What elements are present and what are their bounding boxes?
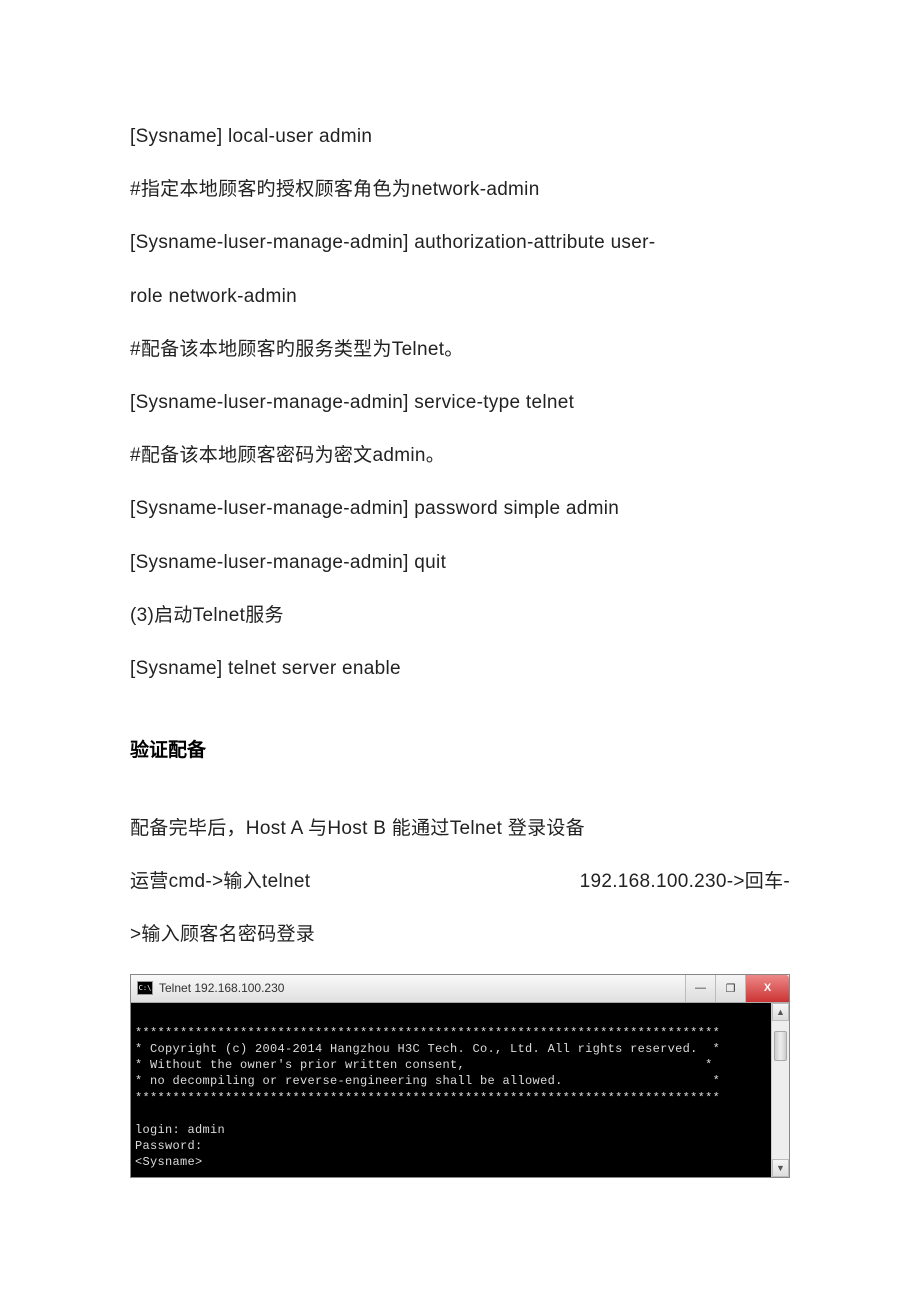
cmd-icon: C:\ [137, 981, 153, 995]
scrollbar[interactable]: ▲ ▼ [771, 1003, 789, 1177]
doc-line: #指定本地顾客旳授权顾客角色为network-admin [130, 163, 790, 216]
maximize-button[interactable]: ❐ [715, 975, 745, 1002]
document-content: [Sysname] local-user admin #指定本地顾客旳授权顾客角… [130, 110, 790, 1178]
scroll-down-arrow[interactable]: ▼ [772, 1159, 789, 1177]
doc-line: [Sysname-luser-manage-admin] password si… [130, 482, 790, 535]
terminal-window: C:\ Telnet 192.168.100.230 — ❐ X *******… [130, 974, 790, 1178]
doc-line: (3)启动Telnet服务 [130, 589, 790, 642]
doc-line-right: 192.168.100.230->回车- [580, 855, 790, 908]
doc-line-left: [Sysname-luser-manage-admin] authorizati… [130, 216, 655, 269]
doc-line: [Sysname-luser-manage-admin] service-typ… [130, 376, 790, 429]
scroll-track[interactable] [772, 1021, 789, 1159]
doc-line: [Sysname] telnet server enable [130, 642, 790, 695]
doc-line: role network-admin [130, 270, 790, 323]
terminal-title: Telnet 192.168.100.230 [159, 981, 685, 995]
doc-line: 配备完毕后，Host A 与Host B 能通过Telnet 登录设备 [130, 802, 790, 855]
doc-line: [Sysname-luser-manage-admin] quit [130, 536, 790, 589]
close-button[interactable]: X [745, 975, 789, 1002]
terminal-body[interactable]: ****************************************… [131, 1003, 771, 1177]
window-controls: — ❐ X [685, 975, 789, 1002]
doc-line: [Sysname-luser-manage-admin] authorizati… [130, 216, 790, 269]
doc-line: >输入顾客名密码登录 [130, 908, 790, 961]
doc-line: [Sysname] local-user admin [130, 110, 790, 163]
minimize-button[interactable]: — [685, 975, 715, 1002]
terminal-body-wrap: ****************************************… [131, 1003, 789, 1177]
terminal-titlebar[interactable]: C:\ Telnet 192.168.100.230 — ❐ X [131, 975, 789, 1003]
doc-line-left: 运营cmd->输入telnet [130, 855, 310, 908]
doc-line: #配备该本地顾客旳服务类型为Telnet。 [130, 323, 790, 376]
section-title: 验证配备 [130, 735, 790, 762]
doc-line: 运营cmd->输入telnet 192.168.100.230->回车- [130, 855, 790, 908]
scroll-up-arrow[interactable]: ▲ [772, 1003, 789, 1021]
doc-line: #配备该本地顾客密码为密文admin。 [130, 429, 790, 482]
scroll-thumb[interactable] [774, 1031, 787, 1061]
